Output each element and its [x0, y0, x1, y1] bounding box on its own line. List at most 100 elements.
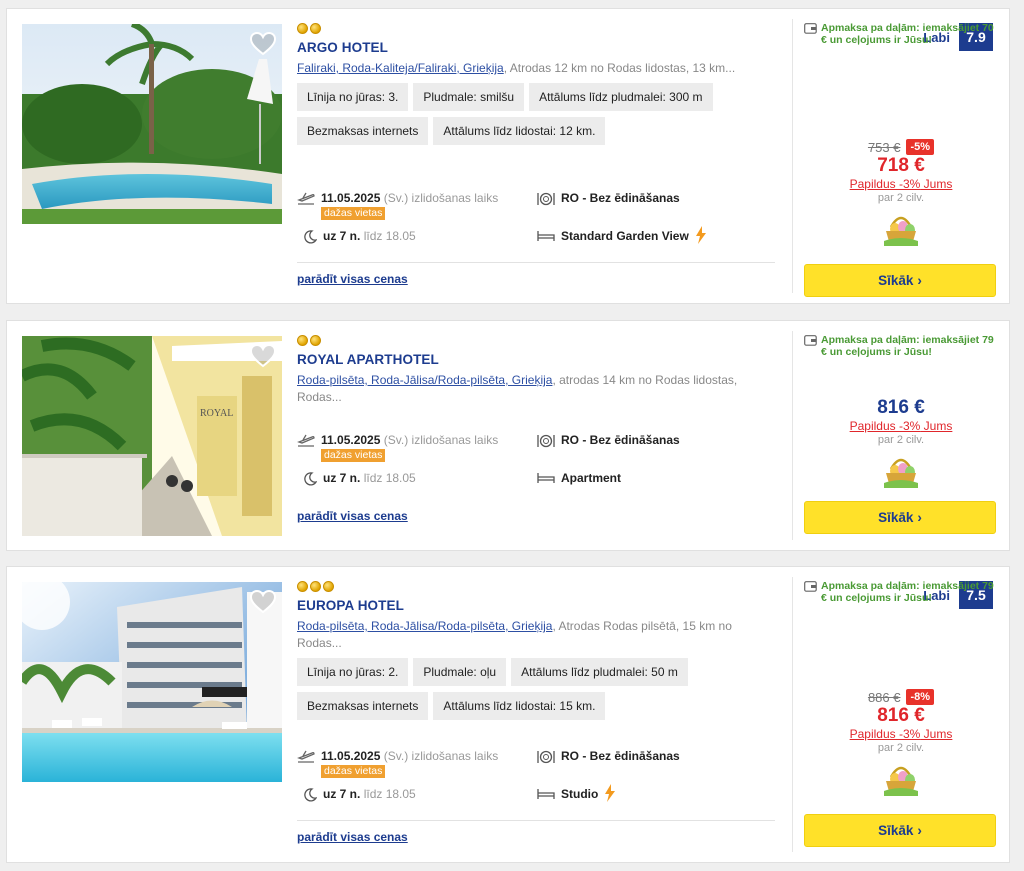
- tag: Attālums līdz pludmalei: 50 m: [511, 658, 688, 686]
- old-price: 753 €: [867, 139, 901, 155]
- extra-discount: Papildus -3% Jums: [849, 727, 953, 741]
- hotel-tags: Līnija no jūras: 3. Pludmale: smilšu Att…: [297, 83, 727, 145]
- hotel-photo[interactable]: [22, 582, 282, 782]
- hotel-info: ROYAL APARTHOTEL Roda-pilsēta, Roda-Jāli…: [297, 335, 777, 406]
- plane-departure-icon: [297, 434, 315, 447]
- room-type: Standard Garden View: [537, 226, 707, 244]
- star-rating: [297, 23, 777, 35]
- show-all-prices-link[interactable]: parādīt visas cenas: [297, 830, 408, 844]
- discount-badge: -8%: [906, 689, 935, 705]
- tag: Attālums līdz pludmalei: 300 m: [529, 83, 713, 111]
- bed-icon: [537, 473, 555, 483]
- hotel-location: Roda-pilsēta, Roda-Jālisa/Roda-pilsēta, …: [297, 619, 732, 650]
- price-block: 886 € -8% 816 € Papildus -3% Jums par 2 …: [804, 689, 998, 797]
- lightning-icon: [605, 784, 616, 802]
- meal: RO - Bez ēdināšanas: [537, 433, 680, 448]
- bed-icon: [537, 231, 555, 241]
- price: 816 €: [877, 397, 925, 418]
- meal: RO - Bez ēdināšanas: [537, 749, 680, 764]
- heart-icon[interactable]: [250, 32, 276, 56]
- location-link[interactable]: Roda-pilsēta, Roda-Jālisa/Roda-pilsēta, …: [297, 619, 552, 633]
- tag: Attālums līdz lidostai: 15 km.: [433, 692, 606, 720]
- wallet-icon: [804, 581, 817, 592]
- hotel-location: Roda-pilsēta, Roda-Jālisa/Roda-pilsēta, …: [297, 373, 738, 404]
- moon-icon: [304, 788, 317, 802]
- meal: RO - Bez ēdināšanas: [537, 191, 680, 206]
- departure: 11.05.2025 (Sv.) izlidošanas laiks dažas…: [297, 433, 498, 462]
- more-button[interactable]: Sīkāk ›: [804, 501, 996, 534]
- more-button[interactable]: Sīkāk ›: [804, 814, 996, 847]
- show-all-prices-link[interactable]: parādīt visas cenas: [297, 509, 408, 523]
- easter-basket-icon: [884, 216, 918, 246]
- tag: Pludmale: oļu: [413, 658, 507, 686]
- duration: uz 7 n. līdz 18.05: [303, 787, 416, 802]
- tag: Līnija no jūras: 2.: [297, 658, 409, 686]
- hotel-card: EUROPA HOTEL Roda-pilsēta, Roda-Jālisa/R…: [6, 566, 1010, 863]
- moon-icon: [304, 230, 317, 244]
- location-link[interactable]: Faliraki, Roda-Kaliteja/Faliraki, Grieķi…: [297, 61, 504, 75]
- heart-icon[interactable]: [250, 344, 276, 368]
- installment-note: Apmaksa pa daļām: iemaksājiet 79 € un ce…: [804, 334, 997, 358]
- per-people: par 2 cilv.: [877, 742, 925, 754]
- tag: Bezmaksas internets: [297, 692, 429, 720]
- star-rating: [297, 335, 777, 347]
- meal-plate-icon: [537, 434, 555, 448]
- hotel-info: EUROPA HOTEL Roda-pilsēta, Roda-Jālisa/R…: [297, 581, 777, 720]
- plane-departure-icon: [297, 750, 315, 763]
- hotel-card: ROYAL ROYAL APARTHOTEL Roda-pilsēta, Rod…: [6, 320, 1010, 551]
- moon-icon: [304, 472, 317, 486]
- chevron-right-icon: ›: [917, 510, 922, 525]
- price-block: 816 € Papildus -3% Jums par 2 cilv.: [804, 397, 998, 489]
- price: 718 €: [877, 155, 925, 176]
- hotel-name[interactable]: EUROPA HOTEL: [297, 598, 777, 613]
- bed-icon: [537, 789, 555, 799]
- easter-basket-icon: [884, 766, 918, 796]
- heart-icon[interactable]: [250, 590, 276, 614]
- divider: [792, 331, 793, 540]
- duration: uz 7 n. līdz 18.05: [303, 471, 416, 486]
- price-block: 753 € -5% 718 € Papildus -3% Jums par 2 …: [804, 139, 998, 247]
- room-type: Apartment: [537, 471, 621, 485]
- hotel-name[interactable]: ARGO HOTEL: [297, 40, 777, 55]
- departure: 11.05.2025 (Sv.) izlidošanas laiks dažas…: [297, 749, 498, 778]
- wallet-icon: [804, 23, 817, 34]
- chevron-right-icon: ›: [917, 823, 922, 838]
- few-seats-badge: dažas vietas: [321, 207, 386, 220]
- tag: Attālums līdz lidostai: 12 km.: [433, 117, 606, 145]
- show-all-prices-link[interactable]: parādīt visas cenas: [297, 272, 408, 286]
- star-rating: [297, 581, 777, 593]
- extra-discount: Papildus -3% Jums: [849, 177, 953, 191]
- hotel-card: ARGO HOTEL Faliraki, Roda-Kaliteja/Falir…: [6, 8, 1010, 304]
- meal-plate-icon: [537, 750, 555, 764]
- hotel-info: ARGO HOTEL Faliraki, Roda-Kaliteja/Falir…: [297, 23, 777, 145]
- divider: [297, 262, 775, 263]
- old-price: 886 €: [867, 689, 901, 705]
- location-link[interactable]: Roda-pilsēta, Roda-Jālisa/Roda-pilsēta, …: [297, 373, 552, 387]
- discount-badge: -5%: [906, 139, 935, 155]
- few-seats-badge: dažas vietas: [321, 765, 386, 778]
- hotel-photo[interactable]: [22, 24, 282, 224]
- more-button[interactable]: Sīkāk ›: [804, 264, 996, 297]
- price: 816 €: [877, 705, 925, 726]
- hotel-photo[interactable]: ROYAL: [22, 336, 282, 536]
- lightning-icon: [695, 226, 706, 244]
- per-people: par 2 cilv.: [877, 434, 925, 446]
- easter-basket-icon: [884, 458, 918, 488]
- installment-note: Apmaksa pa daļām: iemaksājiet 79 € un ce…: [804, 580, 997, 604]
- room-type: Studio: [537, 784, 616, 802]
- tag: Līnija no jūras: 3.: [297, 83, 409, 111]
- hotel-name[interactable]: ROYAL APARTHOTEL: [297, 352, 777, 367]
- plane-departure-icon: [297, 192, 315, 205]
- tag: Pludmale: smilšu: [413, 83, 525, 111]
- meal-plate-icon: [537, 192, 555, 206]
- per-people: par 2 cilv.: [877, 192, 925, 204]
- hotel-tags: Līnija no jūras: 2. Pludmale: oļu Attālu…: [297, 658, 727, 720]
- divider: [792, 577, 793, 852]
- svg-text:ROYAL: ROYAL: [200, 408, 233, 419]
- installment-note: Apmaksa pa daļām: iemaksājiet 70 € un ce…: [804, 22, 997, 46]
- departure: 11.05.2025 (Sv.) izlidošanas laiks dažas…: [297, 191, 498, 220]
- divider: [792, 19, 793, 293]
- duration: uz 7 n. līdz 18.05: [303, 229, 416, 244]
- extra-discount: Papildus -3% Jums: [849, 419, 953, 433]
- chevron-right-icon: ›: [917, 273, 922, 288]
